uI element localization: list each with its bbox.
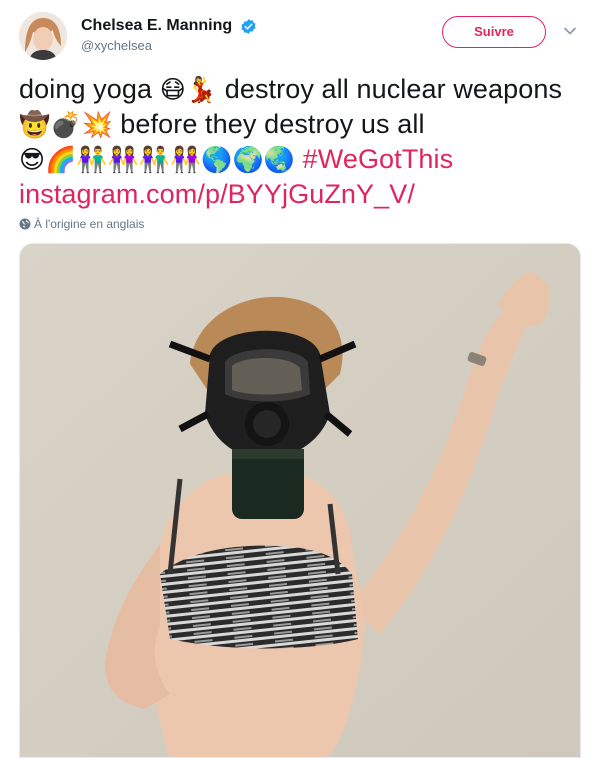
- translation-note[interactable]: À l'origine en anglais: [19, 217, 144, 231]
- globe-icon: [19, 218, 31, 230]
- tweet-header: Chelsea E. Manning @xychelsea Suivre: [19, 12, 584, 62]
- follow-button[interactable]: Suivre: [442, 16, 546, 48]
- emoji-group-3: 😎🌈👫👭👫👭🌎🌍🌏: [19, 145, 295, 174]
- tweet-text-part3: before they destroy us all: [112, 109, 425, 139]
- avatar[interactable]: [19, 12, 67, 60]
- verified-badge-icon: [240, 18, 257, 35]
- instagram-link[interactable]: instagram.com/p/BYYjGuZnY_V/: [19, 179, 415, 209]
- author-info[interactable]: Chelsea E. Manning @xychelsea: [81, 16, 257, 54]
- tweet-text-part1: doing yoga: [19, 74, 160, 104]
- chevron-down-icon[interactable]: [563, 24, 577, 38]
- emoji-group-1: 😷💃: [159, 75, 218, 104]
- emoji-group-2: 🤠💣💥: [19, 110, 113, 139]
- hashtag-link[interactable]: #WeGotThis: [303, 144, 454, 174]
- tweet-text-part2: destroy all nuclear weapons: [217, 74, 563, 104]
- translation-note-label: À l'origine en anglais: [34, 217, 145, 231]
- tweet-photo[interactable]: [19, 243, 581, 758]
- author-handle: @xychelsea: [81, 38, 153, 53]
- author-display-name[interactable]: Chelsea E. Manning: [81, 16, 232, 36]
- tweet-text: doing yoga 😷💃 destroy all nuclear weapon…: [19, 72, 585, 211]
